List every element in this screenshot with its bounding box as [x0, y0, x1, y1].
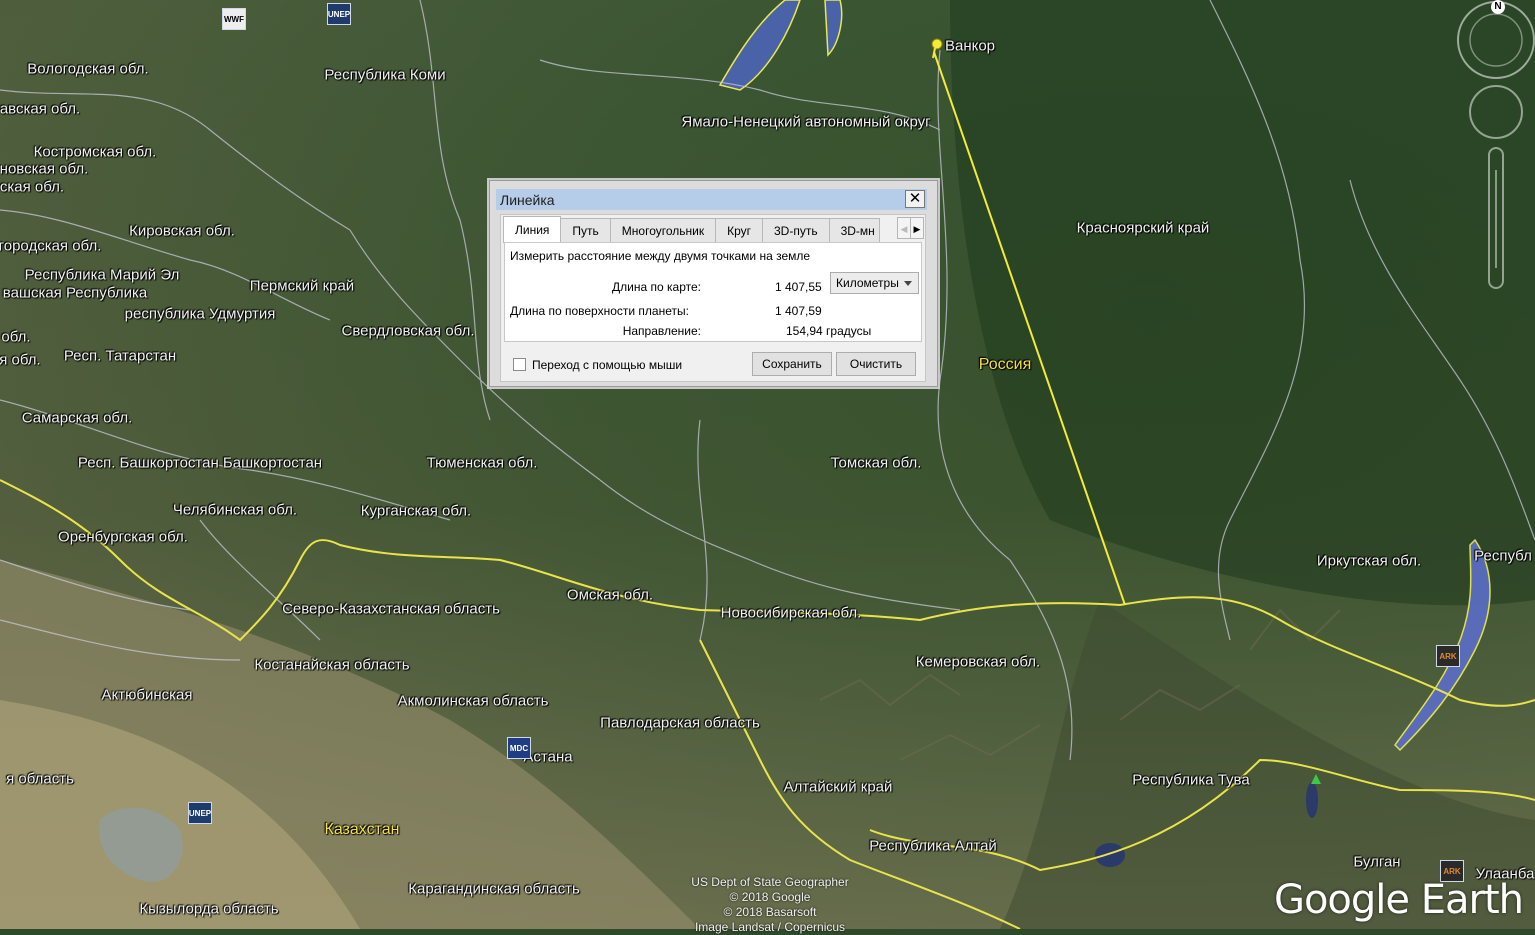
map-label-kemer: Кемеровская обл.: [915, 653, 1041, 671]
map-label-partial: я обл.: [0, 351, 41, 369]
close-button[interactable]: ✕: [905, 190, 925, 208]
map-label-kostanay: Костанайская область: [254, 656, 410, 674]
attribution-line: © 2018 Basarsoft: [723, 905, 817, 919]
heading-value: 154,94 градусы: [786, 324, 872, 338]
clear-button[interactable]: Очистить: [836, 352, 916, 376]
units-value: Километры: [836, 276, 899, 290]
surface-length-value: 1 407,59: [775, 304, 822, 318]
tab-polygon[interactable]: Многоугольник: [609, 218, 717, 243]
map-label-vologda: Вологодская обл.: [27, 60, 149, 78]
map-label-orenb: Оренбургская обл.: [58, 528, 188, 546]
wwf-logo-icon[interactable]: WWF: [222, 8, 246, 30]
tab-scroll-left-icon[interactable]: ◀: [897, 217, 911, 239]
map-attribution: US Dept of State Geographer © 2018 Googl…: [680, 875, 860, 935]
map-label-omsk: Омская обл.: [566, 586, 654, 604]
map-label-partial: Республ: [1474, 547, 1532, 565]
attribution-line: Image Landsat / Copernicus: [694, 920, 846, 934]
map-length-label: Длина по карте:: [612, 280, 701, 294]
ruler-panel: Линия Путь Многоугольник Круг 3D-путь 3D…: [500, 214, 926, 382]
tab-content: Измерить расстояние между двумя точками …: [504, 242, 922, 342]
map-label-kirov: Кировская обл.: [129, 222, 235, 240]
mouse-navigation-checkbox[interactable]: [513, 358, 526, 371]
mdc-logo-icon[interactable]: MDC: [507, 737, 531, 759]
map-length-value: 1 407,55: [775, 280, 822, 294]
lake-khovsgol: [1306, 782, 1318, 818]
map-label-perm: Пермский край: [249, 277, 355, 295]
map-label-sko: Северо-Казахстанская область: [282, 600, 500, 618]
map-label-aktobe: Актюбинская: [101, 686, 193, 704]
country-label-russia: Россия: [978, 356, 1032, 373]
map-label-chuvash: вашская Республика: [2, 284, 148, 302]
map-label-tatar: Респ. Татарстан: [63, 347, 177, 365]
map-label-pavlodar: Павлодарская область: [600, 714, 760, 732]
units-dropdown[interactable]: Километры: [830, 272, 919, 294]
heading-label: Направление:: [622, 324, 701, 338]
country-label-kazakhstan: Казахстан: [324, 821, 400, 838]
tab-line[interactable]: Линия: [503, 216, 562, 243]
map-label-udmurt: республика Удмуртия: [124, 305, 276, 323]
chevron-down-icon: [904, 281, 912, 286]
tab-3d-path[interactable]: 3D-путь: [762, 218, 830, 243]
map-label-bulgan: Булган: [1353, 853, 1401, 871]
dialog-title: Линейка: [500, 192, 555, 208]
map-label-tuva: Республика Тува: [1132, 771, 1250, 789]
unep-logo-icon[interactable]: UNEP: [188, 802, 212, 824]
surface-length-label: Длина по поверхности планеты:: [510, 304, 689, 318]
map-label-partial: городская обл.: [0, 237, 102, 255]
tab-circle[interactable]: Круг: [715, 218, 763, 243]
attribution-line: © 2018 Google: [729, 890, 811, 904]
map-label-akmola: Акмолинская область: [397, 692, 549, 710]
map-label-partial: авская обл.: [0, 100, 81, 118]
map-label-partial: я область: [6, 770, 74, 788]
ruler-dialog[interactable]: Линейка ✕ Линия Путь Многоугольник Круг …: [489, 180, 938, 387]
map-label-bashk: Респ. Башкортостан Башкортостан: [77, 454, 323, 472]
map-label-kostroma: Костромская обл.: [33, 143, 157, 161]
lake-uvs: [1095, 843, 1125, 867]
unep-logo-icon[interactable]: UNEP: [327, 3, 351, 25]
pushpin-icon: [931, 38, 943, 59]
ark-logo-icon[interactable]: ARK: [1436, 645, 1460, 667]
dialog-titlebar[interactable]: Линейка ✕: [496, 189, 927, 210]
tab-strip: Линия Путь Многоугольник Круг 3D-путь 3D…: [503, 216, 880, 243]
compass-north-icon[interactable]: N: [1491, 0, 1505, 14]
map-label-partial: новская обл.: [0, 160, 89, 178]
tab-3d-polygon[interactable]: 3D-мн: [828, 218, 880, 243]
map-label-sverdl: Свердловская обл.: [341, 322, 475, 340]
tab-path[interactable]: Путь: [560, 218, 611, 243]
map-label-yamal: Ямало-Ненецкий автономный округ: [681, 113, 931, 131]
map-label-chelyab: Челябинская обл.: [172, 501, 298, 519]
map-label-kurgan: Курганская обл.: [360, 502, 472, 520]
map-label-krasnoyarsk: Красноярский край: [1076, 219, 1210, 237]
placemark-label: Ванкор: [944, 37, 996, 55]
map-label-karaganda: Карагандинская область: [408, 880, 580, 898]
map-label-tomsk: Томская обл.: [830, 454, 922, 472]
tab-description: Измерить расстояние между двумя точками …: [510, 249, 811, 263]
map-label-altaikrai: Алтайский край: [783, 778, 893, 796]
map-label-mariel: Республика Марий Эл: [24, 266, 180, 284]
google-earth-logo: Google Earth: [1273, 877, 1524, 923]
map-label-novosib: Новосибирская обл.: [720, 604, 862, 622]
map-label-samara: Самарская обл.: [21, 409, 133, 427]
map-label-tyumen: Тюменская обл.: [426, 454, 538, 472]
attribution-line: US Dept of State Geographer: [691, 875, 849, 889]
map-label-partial: ская обл.: [0, 178, 65, 196]
save-button[interactable]: Сохранить: [752, 352, 832, 376]
map-label-kyzylorda: Кызылордa область: [139, 900, 279, 918]
map-label-altairep: Республика Алтай: [869, 837, 997, 855]
tab-scroll-right-icon[interactable]: ▶: [910, 217, 924, 239]
map-label-irkutsk: Иркутская обл.: [1316, 552, 1422, 570]
map-label-partial: обл.: [1, 328, 31, 346]
mouse-navigation-label: Переход с помощью мыши: [532, 358, 683, 372]
map-label-komi: Республика Коми: [324, 66, 446, 84]
